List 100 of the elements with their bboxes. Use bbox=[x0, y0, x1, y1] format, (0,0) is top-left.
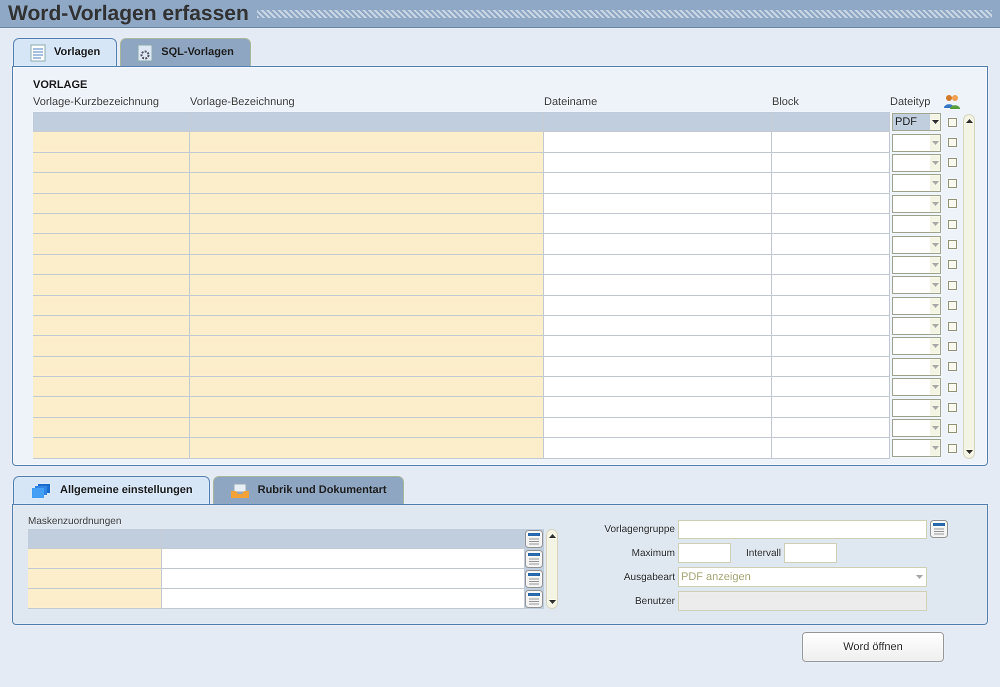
dropdown[interactable] bbox=[892, 419, 941, 438]
table-cell[interactable] bbox=[190, 214, 544, 234]
scroll-up-icon[interactable] bbox=[548, 534, 556, 538]
table-cell[interactable] bbox=[190, 438, 544, 459]
table-cell[interactable] bbox=[33, 336, 190, 357]
table-cell[interactable] bbox=[28, 589, 162, 609]
table-cell[interactable] bbox=[544, 397, 772, 418]
dropdown[interactable]: PDF bbox=[892, 113, 941, 132]
table-cell[interactable] bbox=[772, 316, 890, 336]
tab[interactable]: Rubrik und Dokumentart bbox=[212, 476, 404, 504]
calendar-list-icon[interactable] bbox=[525, 590, 543, 608]
table-cell[interactable] bbox=[33, 296, 190, 316]
checkbox[interactable] bbox=[948, 280, 956, 290]
table-cell[interactable] bbox=[772, 194, 890, 214]
calendar-list-icon[interactable] bbox=[525, 570, 543, 588]
checkbox[interactable] bbox=[948, 403, 956, 412]
checkbox[interactable] bbox=[948, 138, 956, 148]
table-cell[interactable] bbox=[544, 112, 772, 132]
table-cell[interactable] bbox=[33, 377, 190, 398]
checkbox[interactable] bbox=[948, 118, 956, 127]
table-cell[interactable] bbox=[33, 418, 190, 438]
dropdown[interactable] bbox=[892, 154, 941, 172]
table-cell[interactable] bbox=[33, 112, 190, 132]
table-cell[interactable] bbox=[772, 438, 890, 459]
table-cell[interactable] bbox=[33, 194, 190, 214]
table-cell[interactable] bbox=[772, 132, 890, 153]
checkbox[interactable] bbox=[948, 158, 956, 168]
table-cell[interactable] bbox=[190, 173, 544, 194]
dropdown[interactable] bbox=[892, 378, 941, 396]
table-cell[interactable] bbox=[190, 194, 544, 214]
tab[interactable]: SQL-Vorlagen bbox=[120, 38, 251, 66]
people-icon[interactable] bbox=[943, 93, 961, 111]
table-cell[interactable] bbox=[190, 418, 544, 438]
table-cell[interactable] bbox=[190, 275, 544, 296]
table-cell[interactable] bbox=[190, 132, 544, 153]
table-cell[interactable] bbox=[190, 254, 544, 276]
scrollbar[interactable] bbox=[963, 114, 975, 459]
table-cell[interactable] bbox=[33, 152, 190, 174]
table-cell[interactable] bbox=[772, 214, 890, 234]
dropdown[interactable] bbox=[892, 317, 941, 336]
table-cell[interactable] bbox=[772, 296, 890, 316]
checkbox[interactable] bbox=[948, 342, 956, 351]
table-cell[interactable] bbox=[544, 132, 772, 153]
word-open-button[interactable]: Word öffnen bbox=[802, 632, 944, 662]
table-cell[interactable] bbox=[33, 214, 190, 234]
table-cell[interactable] bbox=[33, 132, 190, 153]
table-cell[interactable] bbox=[544, 152, 772, 174]
checkbox[interactable] bbox=[948, 424, 956, 433]
table-cell[interactable] bbox=[33, 438, 190, 459]
table-cell[interactable] bbox=[772, 377, 890, 398]
checkbox[interactable] bbox=[948, 322, 956, 331]
dropdown[interactable] bbox=[892, 194, 941, 213]
checkbox[interactable] bbox=[948, 301, 956, 310]
table-cell[interactable] bbox=[190, 112, 544, 132]
table-cell[interactable] bbox=[33, 397, 190, 418]
tab[interactable]: Vorlagen bbox=[13, 38, 118, 66]
input-field[interactable] bbox=[678, 543, 731, 563]
input-field[interactable] bbox=[678, 520, 927, 538]
table-cell[interactable] bbox=[28, 529, 162, 549]
calendar-list-icon[interactable] bbox=[930, 520, 948, 538]
dropdown[interactable] bbox=[892, 296, 941, 315]
checkbox[interactable] bbox=[948, 260, 956, 270]
table-cell[interactable] bbox=[33, 254, 190, 276]
table-cell[interactable] bbox=[544, 214, 772, 234]
table-cell[interactable] bbox=[33, 275, 190, 296]
dropdown[interactable] bbox=[892, 134, 941, 152]
table-cell[interactable] bbox=[190, 296, 544, 316]
dropdown[interactable] bbox=[892, 256, 941, 274]
table-cell[interactable] bbox=[772, 397, 890, 418]
table-cell[interactable] bbox=[772, 336, 890, 357]
table-cell[interactable] bbox=[544, 194, 772, 214]
table-cell[interactable] bbox=[772, 356, 890, 378]
table-cell[interactable] bbox=[33, 356, 190, 378]
table-cell[interactable] bbox=[772, 418, 890, 438]
scroll-down-icon[interactable] bbox=[548, 600, 556, 604]
input-field[interactable] bbox=[784, 543, 837, 563]
table-cell[interactable] bbox=[190, 152, 544, 174]
table-cell[interactable] bbox=[162, 529, 524, 549]
checkbox[interactable] bbox=[948, 199, 956, 208]
table-cell[interactable] bbox=[544, 377, 772, 398]
table-cell[interactable] bbox=[162, 569, 524, 589]
table-cell[interactable] bbox=[28, 549, 162, 569]
table-cell[interactable] bbox=[33, 316, 190, 336]
table-cell[interactable] bbox=[162, 549, 524, 569]
table-cell[interactable] bbox=[544, 275, 772, 296]
scroll-up-icon[interactable] bbox=[966, 119, 972, 123]
table-cell[interactable] bbox=[772, 275, 890, 296]
table-cell[interactable] bbox=[544, 418, 772, 438]
table-cell[interactable] bbox=[190, 377, 544, 398]
table-cell[interactable] bbox=[544, 296, 772, 316]
calendar-list-icon[interactable] bbox=[525, 530, 543, 548]
checkbox[interactable] bbox=[948, 220, 956, 229]
table-cell[interactable] bbox=[33, 173, 190, 194]
table-cell[interactable] bbox=[544, 336, 772, 357]
table-cell[interactable] bbox=[772, 152, 890, 174]
table-cell[interactable] bbox=[190, 234, 544, 255]
table-cell[interactable] bbox=[544, 254, 772, 276]
scroll-down-icon[interactable] bbox=[966, 450, 972, 454]
checkbox[interactable] bbox=[948, 178, 956, 188]
dropdown[interactable] bbox=[892, 276, 941, 294]
